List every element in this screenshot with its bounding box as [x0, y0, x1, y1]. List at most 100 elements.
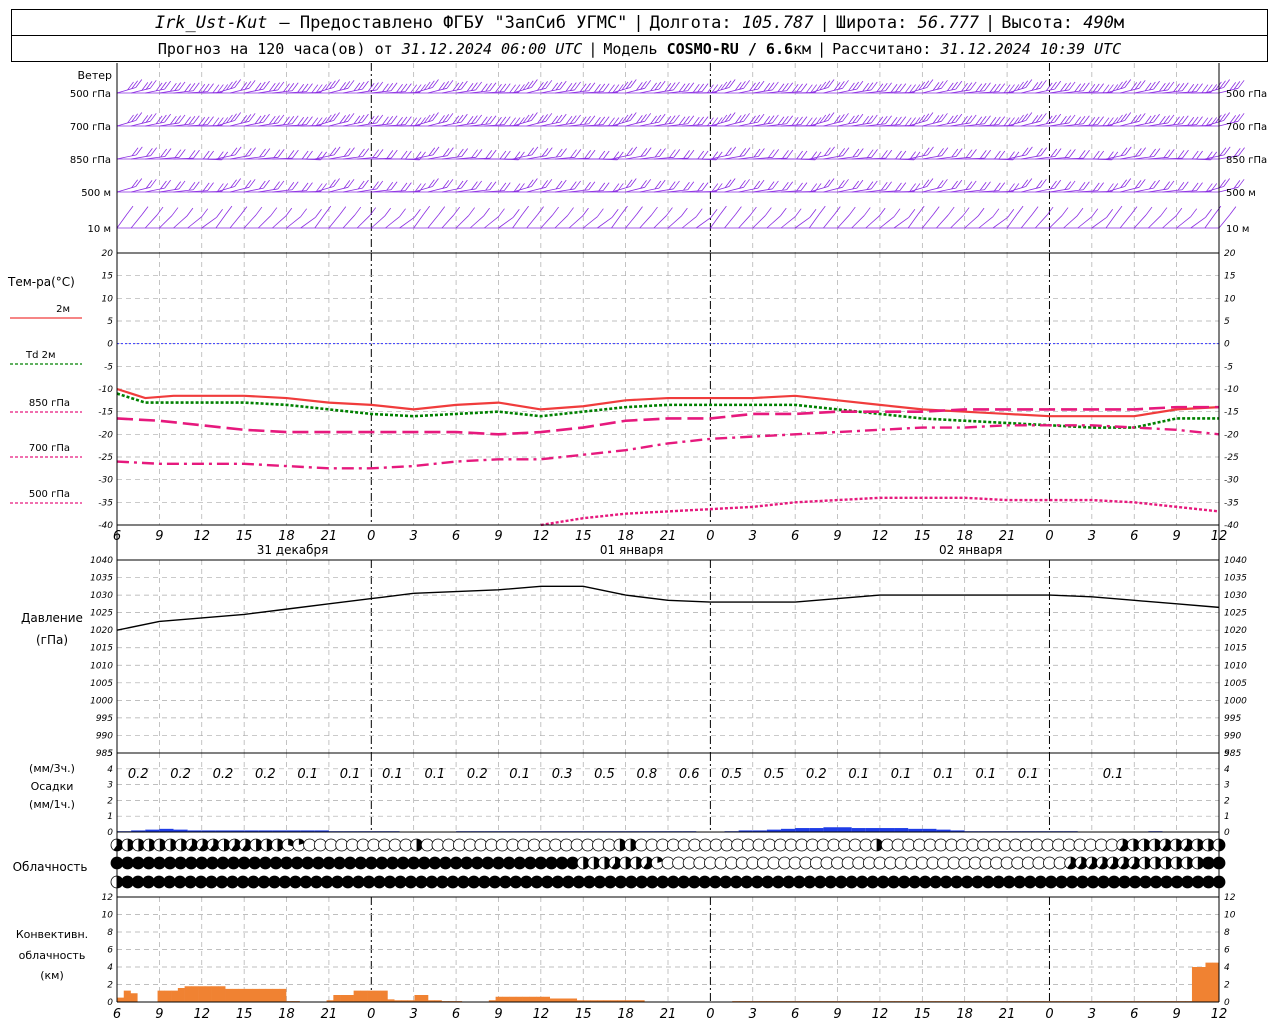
wind-barb-feather [827, 79, 835, 88]
wind-barb-feather [1007, 209, 1015, 218]
precip-3h-total: 0.1 [891, 767, 912, 782]
wind-barb-feather [552, 206, 559, 216]
y-tick-left: 1 [107, 812, 113, 822]
y-tick-left: 990 [96, 731, 113, 741]
time-tick-label-bottom: 3 [410, 1007, 418, 1022]
wind-barb-feather [135, 146, 143, 156]
wind-barb-feather [234, 112, 242, 121]
wind-barb-feather [164, 179, 171, 189]
wind-barb-feather [658, 179, 666, 189]
wind-barb-feather [1153, 80, 1160, 90]
wind-barb-feather [640, 81, 647, 90]
time-tick-label: 12 [872, 529, 889, 544]
time-tick-label: 9 [1172, 529, 1180, 544]
wind-barb [1190, 216, 1206, 229]
wind-barb-feather [263, 179, 270, 189]
time-tick-label-bottom: 0 [706, 1007, 714, 1022]
wind-barb-feather [753, 180, 761, 190]
wind-barb-feather [728, 112, 736, 121]
wind-barb [1176, 216, 1192, 229]
y-tick-right: 1 [1224, 812, 1230, 822]
conv-bar [184, 986, 192, 1002]
wind-barb-feather [1035, 114, 1043, 123]
conv-bar [1198, 967, 1206, 1002]
wind-barb [173, 215, 188, 229]
wind-barb-feather [629, 112, 637, 121]
wind-barb-feather [597, 208, 604, 217]
wind-barb-feather [936, 114, 944, 123]
wind-barb-feather [1050, 114, 1057, 124]
wind-barb [639, 214, 652, 229]
conv-bar [238, 988, 246, 1002]
wind-barb-feather [1149, 114, 1156, 124]
y-tick-left: 1025 [90, 609, 113, 619]
time-tick-label-bottom: 18 [278, 1007, 295, 1022]
cloud-cover-circle [1084, 838, 1098, 852]
cloud-cover-circle [688, 838, 702, 852]
wind-barb-feather [531, 178, 538, 187]
wind-barb-feather [611, 209, 619, 218]
wind-barb-feather [234, 79, 242, 88]
conv-bar [421, 995, 429, 1002]
time-tick-label-bottom: 9 [833, 1007, 841, 1022]
wind-barb-feather [1106, 209, 1114, 218]
wind-barb [243, 214, 257, 229]
wind-barb-feather [244, 81, 252, 90]
wind-barb-feather [258, 180, 266, 190]
time-tick-label-bottom: 12 [1211, 1007, 1228, 1022]
cloud-cover-circle [1009, 838, 1023, 852]
wind-barb-feather [922, 147, 930, 157]
conv-title2: облачность [19, 949, 86, 962]
y-tick-left: 20 [102, 249, 114, 259]
wind-barb-feather [926, 79, 934, 88]
wind-level-label-right: 700 гПа [1226, 122, 1267, 133]
wind-barb-feather [347, 179, 355, 188]
temp-legend-label: 500 гПа [29, 489, 70, 500]
wind-barb [554, 215, 568, 229]
cloud-cover-circle [666, 838, 680, 852]
precip-3h-total: 0.5 [721, 767, 742, 782]
wind-barb-feather [446, 113, 454, 122]
time-tick-label: 18 [278, 529, 295, 544]
wind-barb-feather [1205, 209, 1212, 218]
wind-barb-feather [149, 80, 157, 89]
wind-barb-feather [483, 207, 490, 217]
wind-barb-feather [225, 205, 233, 215]
wind-barb-feather [456, 180, 464, 190]
wind-barb-feather [522, 205, 529, 215]
wind-barb-feather [1223, 178, 1230, 187]
cloud-cover-circle [378, 838, 391, 852]
wind-barb-feather [838, 114, 845, 123]
cloud-cover-circle [592, 838, 605, 852]
time-tick-label-bottom: 15 [914, 1007, 931, 1022]
wind-barb [879, 216, 895, 229]
y-tick-right: 1010 [1224, 661, 1247, 671]
wind-barb-feather [442, 114, 450, 123]
wind-barb-feather [343, 81, 351, 90]
y-tick-left: 5 [107, 317, 113, 327]
wind-barb-feather [852, 81, 859, 91]
wind-barb-feather [729, 146, 737, 156]
wind-barb-feather [1223, 79, 1230, 88]
conv-bar [231, 988, 239, 1002]
day-label: 31 декабря [257, 543, 329, 557]
wind-barb-feather [343, 114, 351, 123]
wind-barb-feather [362, 179, 369, 189]
conv-bar [177, 988, 185, 1002]
wind-barb-feather [1040, 179, 1047, 188]
wind-barb-feather [333, 112, 340, 121]
time-tick-label-bottom: 6 [452, 1007, 460, 1022]
y-tick-left: -10 [98, 385, 113, 395]
cloud-cover-circle [388, 838, 402, 852]
time-tick-label-bottom: 21 [660, 1007, 677, 1022]
wind-barb-feather [1050, 81, 1057, 91]
conv-bar [515, 996, 523, 1002]
conv-bar [367, 990, 375, 1002]
y-tick-left: 1000 [90, 696, 113, 706]
precip-3h-total: 0.1 [425, 767, 446, 782]
wind-barb-feather [753, 81, 761, 91]
precip-bar [823, 827, 838, 832]
cloud-cover-circle [420, 838, 434, 852]
wind-barb-feather [567, 207, 574, 216]
cloud-cover-circle [367, 838, 381, 852]
